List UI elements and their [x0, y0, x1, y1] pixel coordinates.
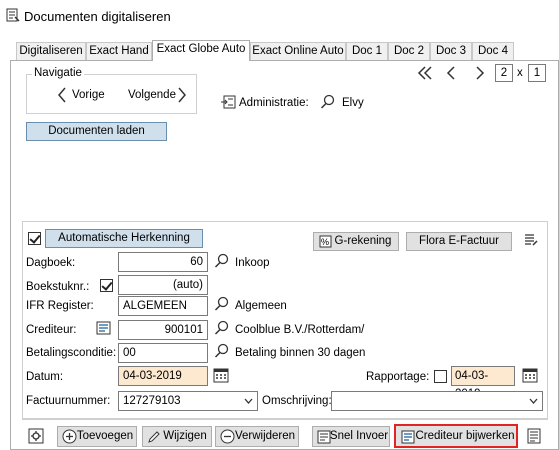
rapportage-label: Rapportage: [366, 371, 430, 383]
betalingsconditie-search-icon[interactable] [214, 343, 230, 359]
administration-label: Administratie: [239, 97, 309, 109]
factuurnummer-label: Factuurnummer: [26, 395, 111, 407]
factuurnummer-field[interactable]: 127279103 [118, 391, 258, 411]
next-button[interactable]: Volgende [128, 89, 176, 101]
rapportage-field[interactable]: 04-03-2019 [451, 366, 515, 400]
betalingsconditie-label: Betalingsconditie: [26, 347, 117, 359]
search-icon[interactable] [320, 94, 336, 110]
crediteur-card-icon[interactable] [96, 320, 112, 336]
tab-doc-1[interactable]: Doc 1 [346, 42, 388, 60]
delete-button-label: Verwijderen [234, 430, 296, 442]
add-button[interactable]: Toevoegen [57, 426, 137, 447]
factuurnummer-value: 127279103 [123, 395, 181, 407]
tab-exact-globe-auto[interactable]: Exact Globe Auto [152, 40, 250, 61]
chevron-right-icon[interactable] [177, 87, 187, 103]
administration-icon[interactable] [220, 95, 236, 109]
dagboek-description: Inkoop [235, 257, 270, 269]
crediteur-search-icon[interactable] [214, 320, 230, 336]
quick-entry-icon [317, 430, 331, 444]
update-creditor-button[interactable]: Crediteur bijwerken [394, 424, 518, 448]
delete-button[interactable]: Verwijderen [215, 426, 299, 447]
tab-digitaliseren[interactable]: Digitaliseren [16, 42, 86, 60]
edit-button-label: Wijzigen [163, 430, 207, 442]
boekstuk-field[interactable]: (auto) [118, 275, 208, 295]
svg-text:%: % [321, 237, 329, 247]
pencil-icon [147, 430, 161, 444]
minus-icon [220, 429, 235, 444]
boekstuk-label: Boekstuknr.: [26, 281, 90, 293]
settings-icon[interactable] [28, 428, 44, 444]
edit-button[interactable]: Wijzigen [142, 426, 212, 447]
app-icon [6, 8, 20, 23]
crediteur-label: Crediteur: [26, 324, 77, 336]
chevron-left-icon[interactable] [57, 87, 67, 103]
plus-icon [62, 429, 77, 444]
page-total-field: 1 [528, 64, 546, 82]
calculator-icon: % [319, 235, 332, 248]
ifr-label: IFR Register: [26, 300, 94, 312]
datum-field[interactable]: 04-03-2019 [118, 366, 208, 386]
betalingsconditie-field[interactable]: 00 [118, 343, 208, 363]
dagboek-label: Dagboek: [26, 257, 76, 269]
ifr-description: Algemeen [235, 300, 287, 312]
boekstuk-auto-checkbox[interactable] [100, 279, 113, 292]
rapportage-calendar-icon[interactable] [522, 367, 538, 383]
tab-doc-3[interactable]: Doc 3 [430, 42, 472, 60]
flora-e-factuur-button[interactable]: Flora E-Factuur [406, 232, 512, 251]
update-creditor-label: Crediteur bijwerken [415, 430, 515, 442]
omschrijving-field[interactable] [331, 391, 543, 411]
crediteur-description: Coolblue B.V./Rotterdam/ [235, 324, 365, 336]
print-icon[interactable] [527, 428, 541, 444]
chevron-down-icon[interactable] [244, 398, 253, 404]
tab-exact-hand[interactable]: Exact Hand [86, 42, 152, 60]
chevron-down-icon[interactable] [529, 398, 538, 404]
navigation-legend: Navigatie [32, 67, 84, 79]
rapportage-checkbox[interactable] [434, 370, 447, 383]
page-current-field[interactable]: 2 [495, 64, 513, 82]
page-separator: x [517, 67, 523, 79]
g-rekening-button[interactable]: % G-rekening [313, 232, 399, 251]
datum-calendar-icon[interactable] [213, 367, 229, 383]
dagboek-field[interactable]: 60 [118, 252, 208, 272]
g-rekening-label: G-rekening [334, 235, 392, 247]
title-bar: Documenten digitaliseren [0, 0, 559, 32]
omschrijving-label: Omschrijving: [262, 395, 332, 407]
crediteur-field[interactable]: 900101 [118, 320, 208, 340]
tab-doc-4[interactable]: Doc 4 [472, 42, 514, 60]
previous-page-icon[interactable] [446, 66, 456, 80]
quick-entry-label: Snel Invoer [329, 430, 389, 442]
add-button-label: Toevoegen [76, 430, 134, 442]
next-page-icon[interactable] [475, 66, 485, 80]
datum-label: Datum: [26, 371, 64, 383]
previous-button[interactable]: Vorige [72, 89, 105, 101]
tab-exact-online-auto[interactable]: Exact Online Auto [250, 42, 346, 60]
quick-entry-button[interactable]: Snel Invoer [312, 426, 390, 447]
window-title: Documenten digitaliseren [24, 9, 171, 24]
load-documents-button[interactable]: Documenten laden [26, 122, 167, 141]
auto-recognition-button[interactable]: Automatische Herkenning [45, 229, 203, 248]
notes-icon[interactable] [523, 232, 539, 248]
auto-recognition-checkbox[interactable] [28, 232, 41, 245]
administration-value: Elvy [342, 97, 364, 109]
creditor-card-icon [401, 430, 415, 444]
ifr-field[interactable]: ALGEMEEN [118, 296, 208, 316]
first-page-icon[interactable] [417, 66, 433, 80]
dagboek-search-icon[interactable] [214, 253, 230, 269]
tab-doc-2[interactable]: Doc 2 [388, 42, 430, 60]
betalingsconditie-description: Betaling binnen 30 dagen [235, 347, 366, 359]
ifr-search-icon[interactable] [214, 296, 230, 312]
